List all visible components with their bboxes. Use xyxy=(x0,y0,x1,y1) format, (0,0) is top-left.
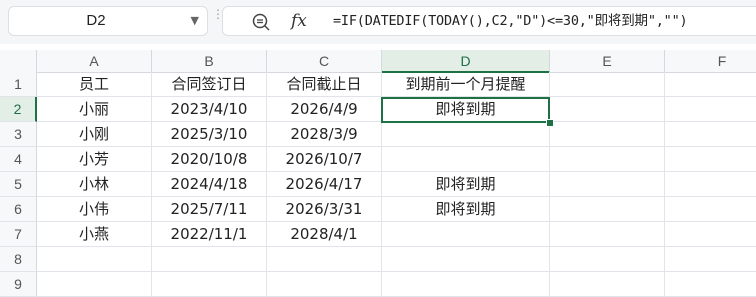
cell-b3[interactable]: 2025/3/10 xyxy=(152,122,267,147)
cell-f6[interactable] xyxy=(665,197,756,222)
cell-a4[interactable]: 小芳 xyxy=(37,147,152,172)
resize-handle-icon[interactable]: ⋮ xyxy=(212,8,224,34)
cell-f7[interactable] xyxy=(665,222,756,247)
cell-e2[interactable] xyxy=(550,97,665,122)
cell-c3[interactable]: 2028/3/9 xyxy=(267,122,382,147)
row-header-7[interactable]: 7 xyxy=(0,222,37,247)
cell-b5[interactable]: 2024/4/18 xyxy=(152,172,267,197)
formula-input[interactable]: fx =IF(DATEDIF(TODAY(),C2,"D")<=30,"即将到期… xyxy=(222,6,756,36)
cell-d5[interactable]: 即将到期 xyxy=(382,172,550,197)
cell-c7[interactable]: 2028/4/1 xyxy=(267,222,382,247)
cell-a7[interactable]: 小燕 xyxy=(37,222,152,247)
cell-a8[interactable] xyxy=(37,247,152,272)
cell-a3[interactable]: 小刚 xyxy=(37,122,152,147)
cell-b6[interactable]: 2025/7/11 xyxy=(152,197,267,222)
cell-b4[interactable]: 2020/10/8 xyxy=(152,147,267,172)
select-all-corner[interactable] xyxy=(0,50,37,72)
column-header-a[interactable]: A xyxy=(37,50,152,72)
cell-c5[interactable]: 2026/4/17 xyxy=(267,172,382,197)
cell-d3[interactable] xyxy=(382,122,550,147)
cell-e3[interactable] xyxy=(550,122,665,147)
cell-a6[interactable]: 小伟 xyxy=(37,197,152,222)
cell-c2[interactable]: 2026/4/9 xyxy=(267,97,382,122)
cell-e4[interactable] xyxy=(550,147,665,172)
cell-f8[interactable] xyxy=(665,247,756,272)
cell-a5[interactable]: 小林 xyxy=(37,172,152,197)
cell-c8[interactable] xyxy=(267,247,382,272)
column-header-f[interactable]: F xyxy=(665,50,756,72)
column-header-d[interactable]: D xyxy=(382,50,550,73)
cell-d2[interactable]: 即将到期 xyxy=(382,97,550,122)
formula-bar: D2 ▼ ⋮ fx =IF(DATEDIF(TODAY(),C2,"D")<=3… xyxy=(0,0,756,44)
cell-d4[interactable] xyxy=(382,147,550,172)
row-header-1[interactable]: 1 xyxy=(0,72,37,97)
column-header-c[interactable]: C xyxy=(267,50,382,72)
cell-b1[interactable]: 合同签订日 xyxy=(152,72,267,97)
cell-e7[interactable] xyxy=(550,222,665,247)
cell-b7[interactable]: 2022/11/1 xyxy=(152,222,267,247)
cell-c6[interactable]: 2026/3/31 xyxy=(267,197,382,222)
cell-b2[interactable]: 2023/4/10 xyxy=(152,97,267,122)
cell-a2[interactable]: 小丽 xyxy=(37,97,152,122)
formula-text[interactable]: =IF(DATEDIF(TODAY(),C2,"D")<=30,"即将到期","… xyxy=(333,7,688,35)
row-header-6[interactable]: 6 xyxy=(0,197,37,222)
cell-d6[interactable]: 即将到期 xyxy=(382,197,550,222)
function-icon[interactable]: fx xyxy=(291,9,307,33)
cell-f1[interactable] xyxy=(665,72,756,97)
column-header-e[interactable]: E xyxy=(550,50,665,72)
cell-d8[interactable] xyxy=(382,247,550,272)
cell-c1[interactable]: 合同截止日 xyxy=(267,72,382,97)
row-header-5[interactable]: 5 xyxy=(0,172,37,197)
fill-handle[interactable] xyxy=(546,119,554,127)
name-box-value[interactable]: D2 xyxy=(9,7,183,35)
cell-f4[interactable] xyxy=(665,147,756,172)
cell-e6[interactable] xyxy=(550,197,665,222)
cell-f2[interactable] xyxy=(665,97,756,122)
cell-f5[interactable] xyxy=(665,172,756,197)
chevron-down-icon[interactable]: ▼ xyxy=(191,7,199,35)
column-header-b[interactable]: B xyxy=(152,50,267,72)
cell-e1[interactable] xyxy=(550,72,665,97)
cell-d7[interactable] xyxy=(382,222,550,247)
row-header-3[interactable]: 3 xyxy=(0,122,37,147)
cell-a1[interactable]: 员工 xyxy=(37,72,152,97)
name-box[interactable]: D2 ▼ xyxy=(8,6,208,36)
row-header-8[interactable]: 8 xyxy=(0,247,37,272)
cell-d1[interactable]: 到期前一个月提醒 xyxy=(382,72,550,97)
cell-e5[interactable] xyxy=(550,172,665,197)
zoom-icon[interactable] xyxy=(251,12,271,32)
row-header-2[interactable]: 2 xyxy=(0,97,37,122)
cell-c4[interactable]: 2026/10/7 xyxy=(267,147,382,172)
cell-e8[interactable] xyxy=(550,247,665,272)
row-header-4[interactable]: 4 xyxy=(0,147,37,172)
cell-b8[interactable] xyxy=(152,247,267,272)
cell-f3[interactable] xyxy=(665,122,756,147)
column-header-row: ABCDEF xyxy=(0,50,756,73)
